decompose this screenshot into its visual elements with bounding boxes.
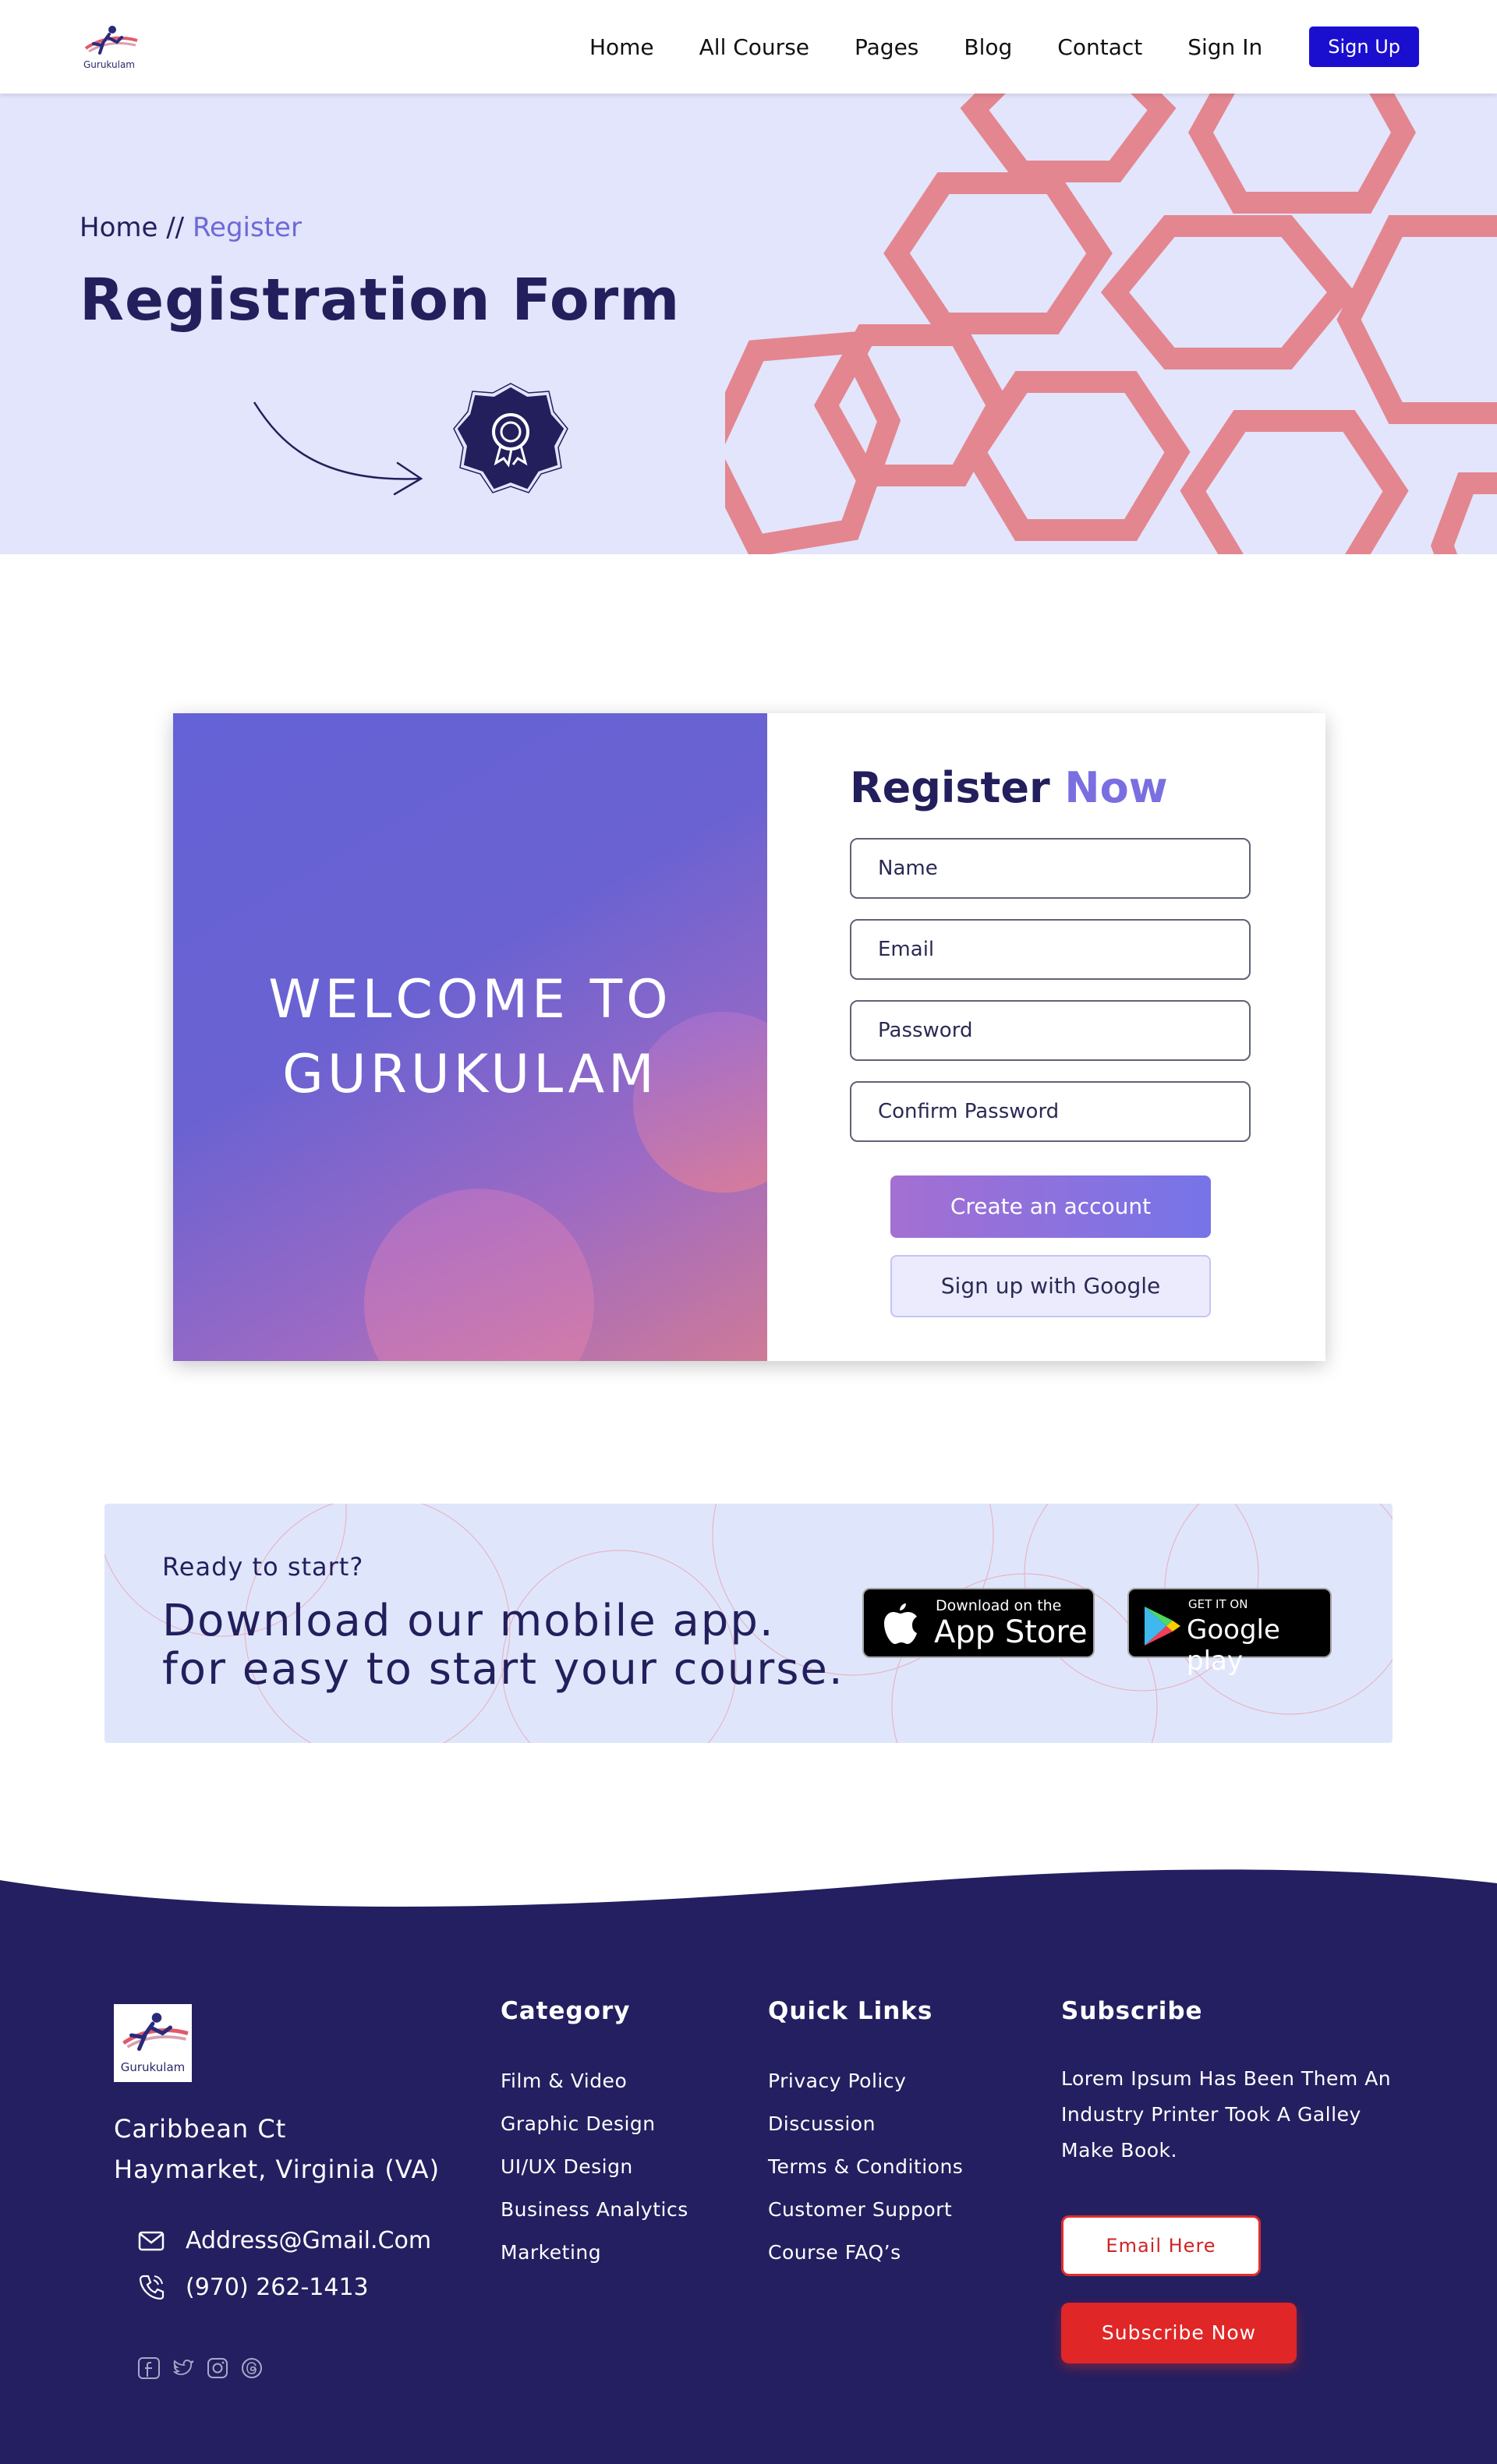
subscribe-heading: Subscribe bbox=[1061, 1997, 1203, 2025]
welcome-line-1: WELCOME TO bbox=[268, 969, 672, 1030]
page-title: Registration Form bbox=[80, 267, 681, 334]
confirm-password-field[interactable] bbox=[850, 1081, 1251, 1142]
breadcrumb: Home // Register bbox=[80, 212, 302, 243]
googleplay-big-text: Google play bbox=[1187, 1614, 1280, 1677]
category-link[interactable]: Business Analytics bbox=[501, 2188, 688, 2231]
quick-link[interactable]: Discussion bbox=[768, 2102, 963, 2145]
category-list: Film & Video Graphic Design UI/UX Design… bbox=[501, 2059, 688, 2274]
address-line-1: Caribbean Ct bbox=[114, 2114, 287, 2144]
app-download-banner: Ready to start? Download our mobile app.… bbox=[104, 1504, 1393, 1743]
welcome-line-2: GURUKULAM bbox=[282, 1044, 658, 1105]
appstore-big-text: App Store bbox=[934, 1614, 1088, 1650]
register-card: WELCOME TO GURUKULAM Register Now Create… bbox=[173, 713, 1325, 1361]
nav-contact[interactable]: Contact bbox=[1057, 34, 1142, 60]
breadcrumb-separator: // bbox=[157, 212, 193, 243]
subscribe-email-input[interactable] bbox=[1061, 2215, 1261, 2276]
footer-phone-text: (970) 262-1413 bbox=[186, 2273, 369, 2301]
download-line-1: Download our mobile app. bbox=[162, 1596, 775, 1646]
footer-email[interactable]: Address@Gmail.Com bbox=[137, 2226, 431, 2254]
register-title: Register Now bbox=[850, 763, 1168, 812]
breadcrumb-home[interactable]: Home bbox=[80, 212, 157, 243]
download-line-2: for easy to start your course. bbox=[162, 1644, 844, 1695]
welcome-heading: WELCOME TO GURUKULAM bbox=[173, 963, 767, 1112]
subscribe-description: Lorem Ipsum Has Been Them An Industry Pr… bbox=[1061, 2067, 1392, 2162]
footer-logo[interactable]: Gurukulam bbox=[114, 2004, 192, 2082]
arrow-icon bbox=[253, 401, 423, 496]
password-field[interactable] bbox=[850, 1000, 1251, 1061]
quick-link[interactable]: Course FAQ’s bbox=[768, 2231, 963, 2274]
app-store-button[interactable]: Download on the App Store bbox=[862, 1588, 1095, 1658]
site-footer: Gurukulam Caribbean Ct Haymarket, Virgin… bbox=[0, 1855, 1497, 2464]
facebook-icon[interactable] bbox=[137, 2356, 161, 2380]
logo-text: Gurukulam bbox=[83, 59, 135, 70]
category-link[interactable]: Marketing bbox=[501, 2231, 688, 2274]
nav-pages[interactable]: Pages bbox=[855, 34, 918, 60]
logo-runner-icon bbox=[122, 2013, 189, 2051]
google-play-button[interactable]: GET IT ON Google play bbox=[1127, 1588, 1332, 1677]
twitter-icon[interactable] bbox=[172, 2356, 195, 2380]
name-field[interactable] bbox=[850, 838, 1251, 899]
logo-runner-icon bbox=[84, 26, 138, 55]
subscribe-button[interactable]: Subscribe Now bbox=[1061, 2303, 1297, 2363]
phone-icon bbox=[139, 2275, 165, 2300]
googleplay-small-text: GET IT ON bbox=[1188, 1597, 1248, 1611]
apple-icon bbox=[884, 1603, 917, 1644]
threads-icon[interactable] bbox=[240, 2356, 264, 2380]
google-play-icon bbox=[1145, 1607, 1180, 1646]
instagram-icon[interactable] bbox=[206, 2356, 229, 2380]
quick-link[interactable]: Customer Support bbox=[768, 2188, 963, 2231]
category-link[interactable]: UI/UX Design bbox=[501, 2145, 688, 2188]
create-account-button[interactable]: Create an account bbox=[890, 1175, 1211, 1238]
quick-link[interactable]: Privacy Policy bbox=[768, 2059, 963, 2102]
footer-phone[interactable]: (970) 262-1413 bbox=[137, 2273, 369, 2301]
nav-home[interactable]: Home bbox=[589, 34, 654, 60]
hero-banner: Home // Register Registration Form bbox=[0, 94, 1497, 554]
quick-links-list: Privacy Policy Discussion Terms & Condit… bbox=[768, 2059, 963, 2274]
mail-icon bbox=[138, 2231, 165, 2251]
register-title-accent: Now bbox=[1064, 763, 1168, 812]
footer-email-text: Address@Gmail.Com bbox=[186, 2226, 432, 2254]
download-heading: Download our mobile app. for easy to sta… bbox=[162, 1597, 844, 1694]
address-line-2: Haymarket, Virginia (VA) bbox=[114, 2155, 441, 2184]
main-nav: Home All Course Pages Blog Contact Sign … bbox=[589, 27, 1419, 67]
quick-links-heading: Quick Links bbox=[768, 1997, 933, 2025]
register-form: Register Now Create an account Sign up w… bbox=[767, 713, 1325, 1361]
nav-all-course[interactable]: All Course bbox=[699, 34, 809, 60]
breadcrumb-current: Register bbox=[192, 212, 302, 243]
welcome-panel: WELCOME TO GURUKULAM bbox=[173, 713, 767, 1361]
footer-address: Caribbean Ct Haymarket, Virginia (VA) bbox=[114, 2109, 440, 2190]
category-link[interactable]: Film & Video bbox=[501, 2059, 688, 2102]
sign-up-button[interactable]: Sign Up bbox=[1309, 27, 1419, 67]
category-link[interactable]: Graphic Design bbox=[501, 2102, 688, 2145]
register-title-main: Register bbox=[850, 763, 1050, 812]
decor-circle bbox=[364, 1189, 594, 1361]
award-badge-icon bbox=[453, 383, 568, 493]
ready-label: Ready to start? bbox=[162, 1552, 364, 1582]
quick-link[interactable]: Terms & Conditions bbox=[768, 2145, 963, 2188]
social-links bbox=[137, 2356, 274, 2380]
footer-logo-text: Gurukulam bbox=[120, 2060, 186, 2074]
appstore-small-text: Download on the bbox=[936, 1597, 1062, 1614]
nav-blog[interactable]: Blog bbox=[964, 34, 1012, 60]
top-navbar: Gurukulam Home All Course Pages Blog Con… bbox=[0, 0, 1497, 94]
email-field[interactable] bbox=[850, 919, 1251, 980]
nav-sign-in[interactable]: Sign In bbox=[1187, 34, 1262, 60]
hexagon-pattern bbox=[725, 94, 1497, 554]
google-signup-button[interactable]: Sign up with Google bbox=[890, 1255, 1211, 1317]
category-heading: Category bbox=[501, 1997, 631, 2025]
site-logo[interactable]: Gurukulam bbox=[78, 22, 140, 72]
